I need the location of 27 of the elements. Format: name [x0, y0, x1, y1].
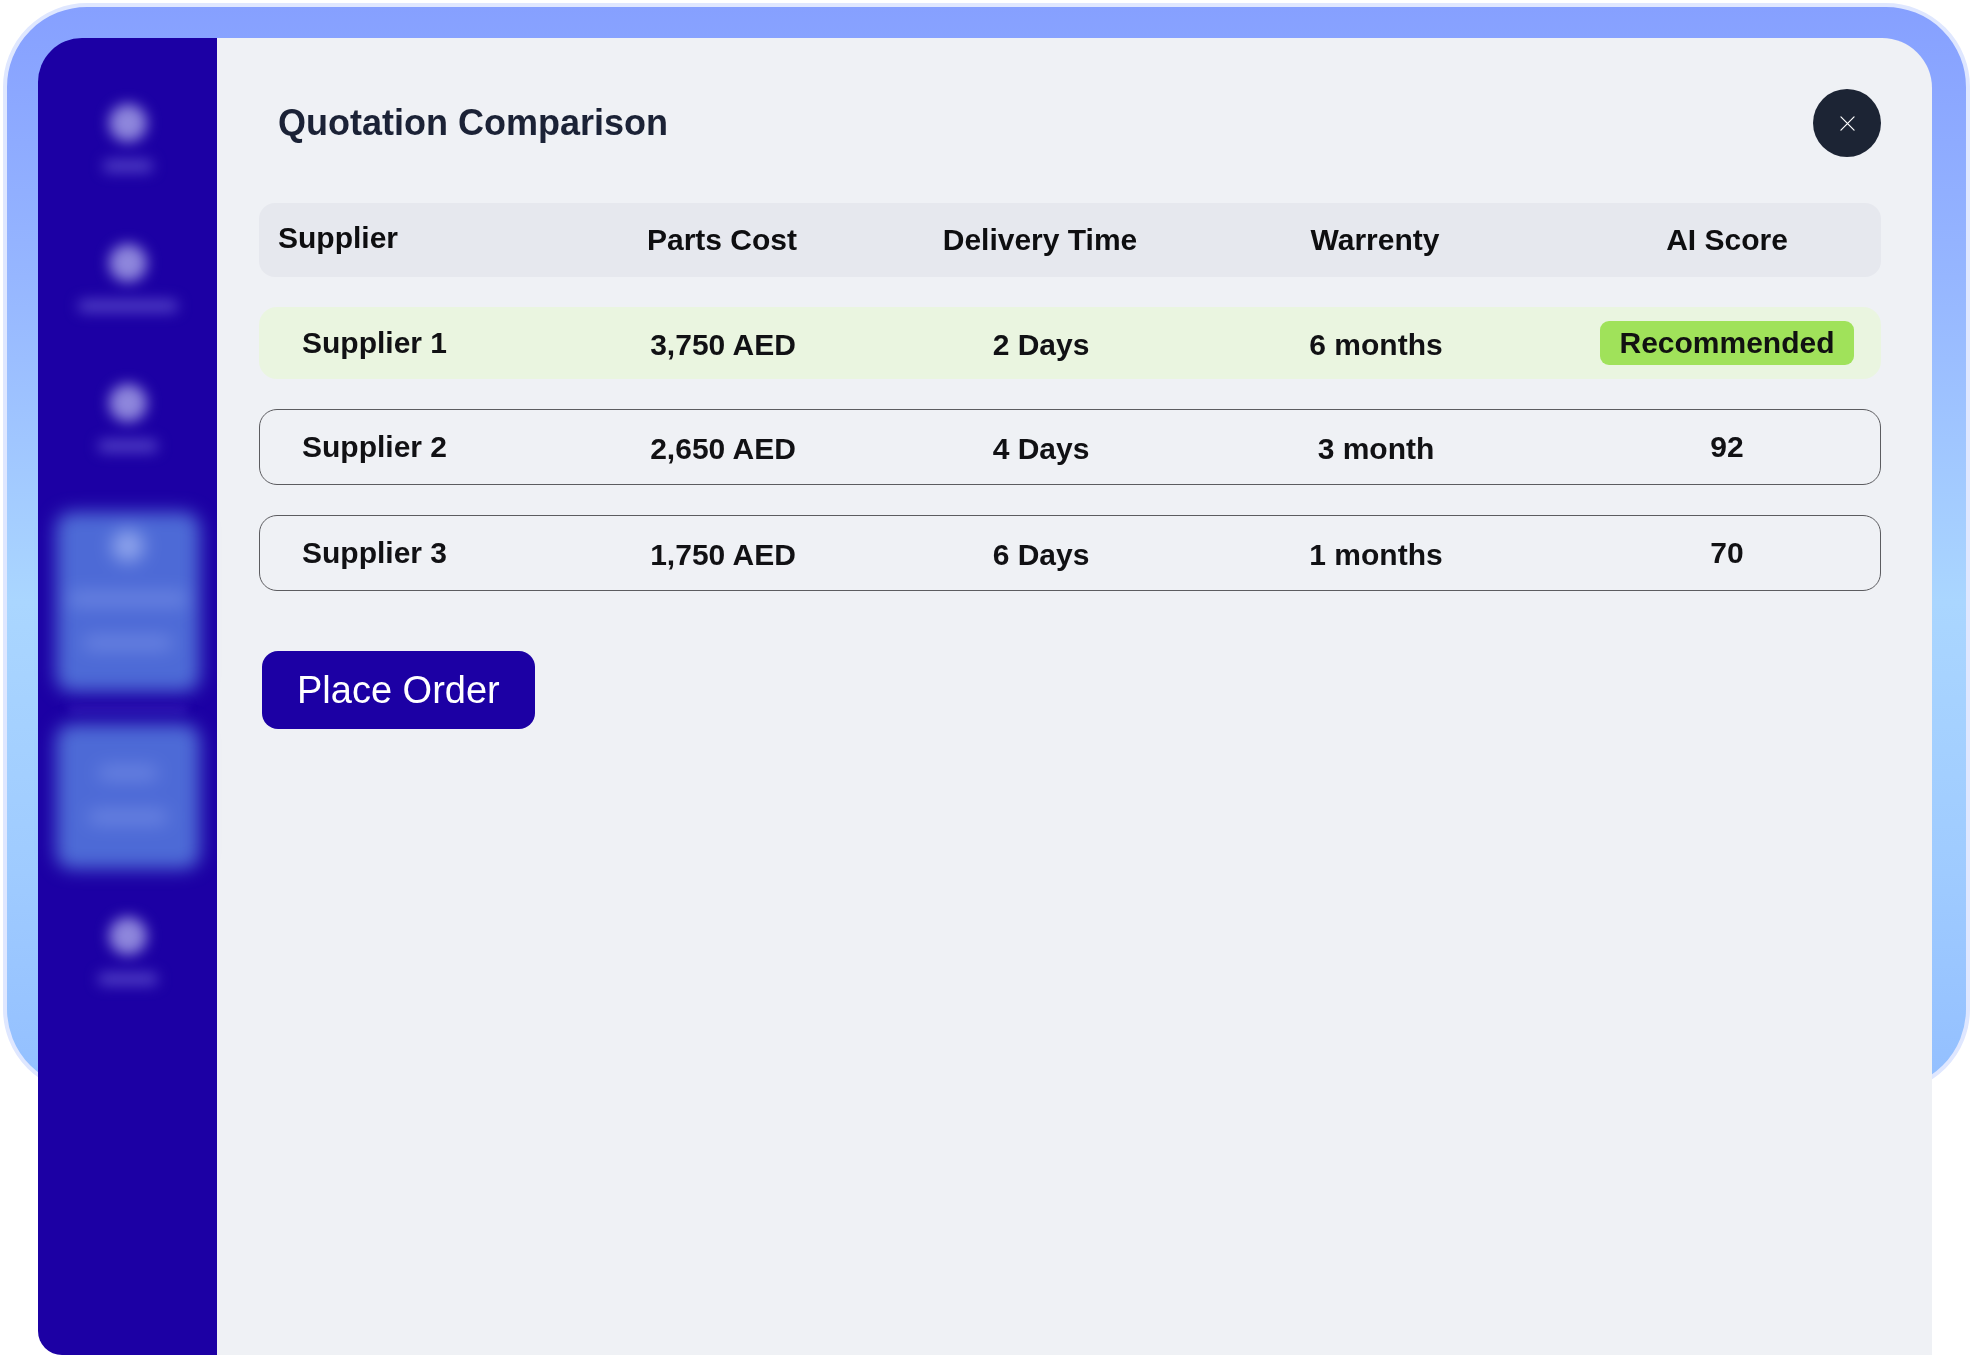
table-cell: 1,750 AED [650, 537, 796, 572]
table-cell: 4 Days [992, 431, 1090, 466]
table-cell: Supplier 3 [302, 536, 448, 570]
recommended-badge: Recommended [1600, 321, 1854, 365]
table-cell: 1 months [1309, 537, 1443, 572]
dialog-title: Quotation Comparison [278, 101, 668, 145]
table-cell: 2,650 AED [650, 431, 796, 466]
table-cell: 2 Days [992, 327, 1090, 362]
table-cell: 6 Days [992, 537, 1090, 572]
table-cell: 6 months [1309, 327, 1443, 362]
blurred-nav-item[interactable] [97, 917, 158, 985]
blurred-nav-item[interactable] [77, 244, 178, 312]
table-cell: 3,750 AED [650, 327, 796, 362]
place-order-button[interactable]: Place Order [262, 651, 535, 729]
blurred-nav-item[interactable] [102, 104, 153, 172]
table-cell: 92 [1710, 430, 1744, 464]
column-header: Supplier [278, 221, 398, 255]
table-cell: 3 month [1317, 431, 1435, 466]
column-header: Parts Cost [646, 223, 797, 257]
column-header: AI Score [1666, 223, 1788, 257]
column-header: Warrenty [1310, 223, 1440, 257]
blurred-nav-item[interactable] [97, 384, 158, 452]
table-cell: Supplier 2 [302, 430, 448, 464]
table-cell: 70 [1710, 536, 1744, 570]
table-cell: Supplier 1 [302, 326, 448, 360]
column-header: Delivery Time [942, 223, 1138, 257]
close-icon [1839, 115, 1855, 131]
